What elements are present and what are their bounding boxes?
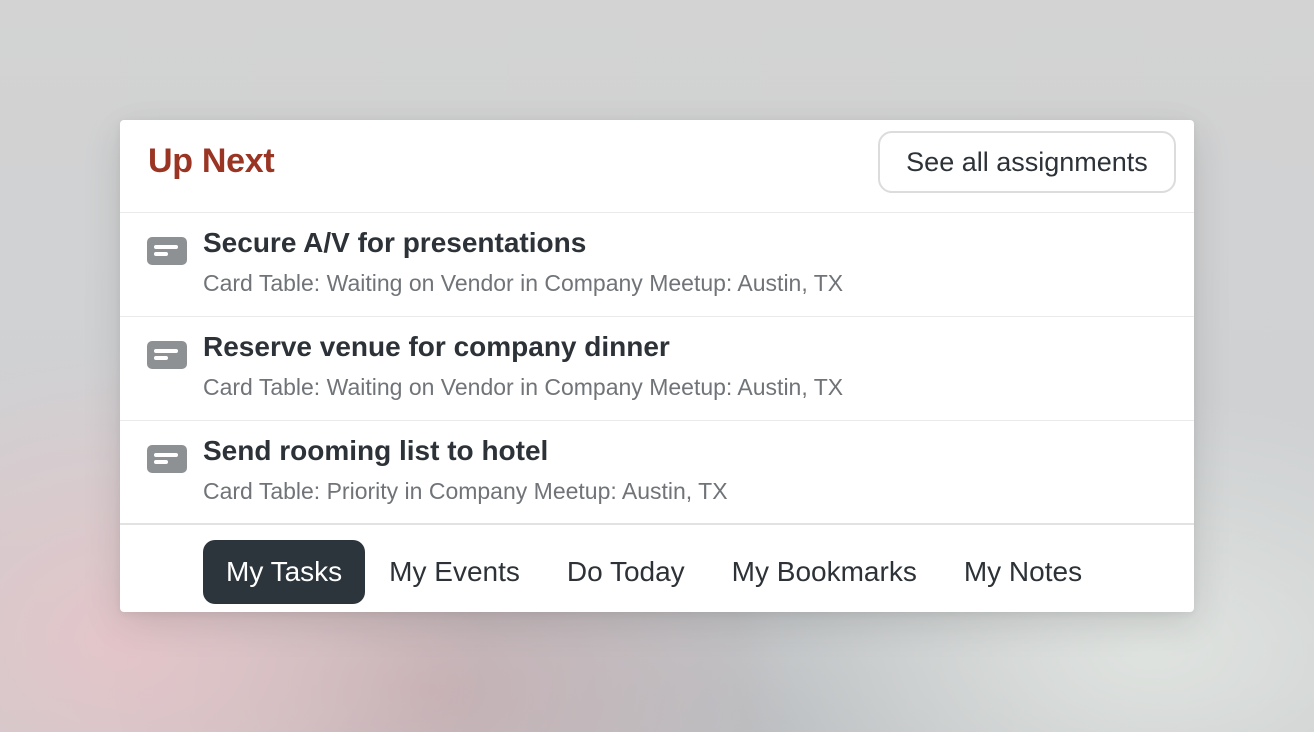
task-subtitle: Card Table: Waiting on Vendor in Company… bbox=[203, 270, 844, 296]
card-icon bbox=[147, 445, 187, 473]
task-title[interactable]: Send rooming list to hotel bbox=[203, 435, 548, 467]
task-list: Secure A/V for presentations Card Table:… bbox=[120, 213, 1194, 525]
assignment-tabs: My Tasks My Events Do Today My Bookmarks… bbox=[203, 540, 1106, 604]
tab-do-today[interactable]: Do Today bbox=[544, 540, 708, 604]
tab-my-tasks[interactable]: My Tasks bbox=[203, 540, 366, 604]
tab-my-bookmarks[interactable]: My Bookmarks bbox=[709, 540, 940, 604]
task-row[interactable]: Reserve venue for company dinner Card Ta… bbox=[120, 317, 1194, 421]
see-all-assignments-button[interactable]: See all assignments bbox=[878, 131, 1176, 193]
task-title[interactable]: Secure A/V for presentations bbox=[203, 227, 586, 259]
task-title[interactable]: Reserve venue for company dinner bbox=[203, 331, 670, 363]
task-row[interactable]: Send rooming list to hotel Card Table: P… bbox=[120, 421, 1194, 525]
tab-my-notes[interactable]: My Notes bbox=[941, 540, 1105, 604]
task-subtitle: Card Table: Waiting on Vendor in Company… bbox=[203, 374, 844, 400]
card-icon bbox=[147, 341, 187, 369]
card-icon bbox=[147, 237, 187, 265]
tab-my-events[interactable]: My Events bbox=[366, 540, 543, 604]
panel-title: Up Next bbox=[148, 142, 275, 180]
up-next-panel: Up Next See all assignments Secure A/V f… bbox=[120, 120, 1194, 612]
task-row[interactable]: Secure A/V for presentations Card Table:… bbox=[120, 213, 1194, 317]
panel-header: Up Next See all assignments bbox=[120, 120, 1194, 213]
task-subtitle: Card Table: Priority in Company Meetup: … bbox=[203, 478, 728, 504]
